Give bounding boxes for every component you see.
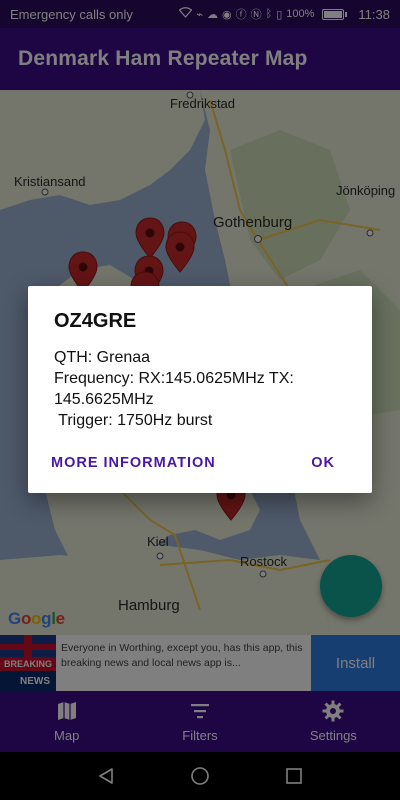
vibrate-icon: ▯	[276, 8, 283, 21]
ad-logo-line2: NEWS	[0, 672, 56, 691]
ad-logo: BREAKING NEWS	[0, 635, 56, 691]
ok-button[interactable]: OK	[311, 455, 335, 471]
map-label-kristiansand: Kristiansand	[14, 174, 86, 189]
nav-item-settings[interactable]: Settings	[267, 691, 400, 752]
repeater-marker[interactable]	[135, 217, 165, 259]
nav-label-settings: Settings	[309, 728, 357, 743]
install-button[interactable]: Install	[311, 635, 400, 691]
home-icon[interactable]	[190, 766, 210, 786]
more-information-button[interactable]: MORE INFORMATION	[51, 455, 216, 471]
map-label-kiel: Kiel	[147, 534, 169, 549]
battery-icon	[322, 8, 348, 20]
ad-text: Everyone in Worthing, except you, has th…	[61, 642, 303, 669]
nav-label-map: Map	[54, 728, 80, 743]
gear-icon	[322, 700, 344, 722]
nfc-icon: Ⓝ	[250, 9, 262, 21]
system-navigation-bar	[0, 752, 400, 800]
nav-item-map[interactable]: Map	[0, 691, 133, 752]
map-icon	[57, 702, 76, 720]
dialog-actions: MORE INFORMATION OK	[28, 455, 372, 471]
repeater-marker[interactable]	[165, 231, 195, 273]
qth-text: QTH: Grenaa	[54, 349, 151, 366]
map-label-rostock: Rostock	[240, 554, 287, 569]
app-bar: Denmark Ham Repeater Map	[0, 28, 400, 90]
frequency-text: Frequency: RX:145.0625MHz TX: 145.6625MH…	[54, 370, 294, 408]
carrier-text: Emergency calls only	[10, 6, 133, 22]
google-logo: Google	[8, 609, 65, 628]
recents-icon[interactable]	[285, 767, 303, 785]
filter-icon	[190, 704, 209, 719]
bottom-navigation: Map Filters Settings	[0, 691, 400, 752]
trigger-text: Trigger: 1750Hz burst	[54, 412, 213, 429]
clock: 11:38	[358, 6, 390, 22]
repeater-info-dialog: OZ4GRE QTH: Grenaa Frequency: RX:145.062…	[28, 286, 372, 493]
cloud-icon: ☁	[207, 8, 218, 21]
map-label-gothenburg: Gothenburg	[213, 214, 293, 231]
map-label-fredrikstad: Fredrikstad	[170, 96, 236, 111]
nav-label-filters: Filters	[182, 728, 218, 743]
messenger-icon: ◉	[222, 8, 232, 21]
bluetooth-icon: ᛒ	[265, 8, 273, 20]
usb-icon: ⌁	[196, 8, 203, 21]
floating-action-button[interactable]	[320, 555, 382, 617]
app-title: Denmark Ham Repeater Map	[18, 47, 308, 70]
ad-banner[interactable]: BREAKING NEWS Everyone in Worthing, exce…	[0, 635, 400, 691]
status-bar: Emergency calls only ⌁ ☁ ◉ ⓕ Ⓝ ᛒ ▯ 100% …	[0, 0, 400, 28]
map-label-hamburg: Hamburg	[118, 597, 180, 614]
dialog-title: OZ4GRE	[54, 310, 137, 332]
status-icons: ⌁ ☁ ◉ ⓕ Ⓝ ᛒ ▯ 100% 11:38	[179, 6, 390, 22]
back-icon[interactable]	[97, 767, 115, 785]
battery-percent: 100%	[286, 8, 315, 20]
map-label-jonkoping: Jönköping	[336, 183, 396, 198]
facebook-icon: ⓕ	[235, 9, 247, 21]
nav-item-filters[interactable]: Filters	[133, 691, 266, 752]
uk-flag-icon	[0, 635, 56, 659]
wifi-icon	[179, 7, 193, 21]
dialog-body: QTH: Grenaa Frequency: RX:145.0625MHz TX…	[54, 347, 346, 431]
ad-logo-line1: BREAKING	[0, 657, 56, 671]
